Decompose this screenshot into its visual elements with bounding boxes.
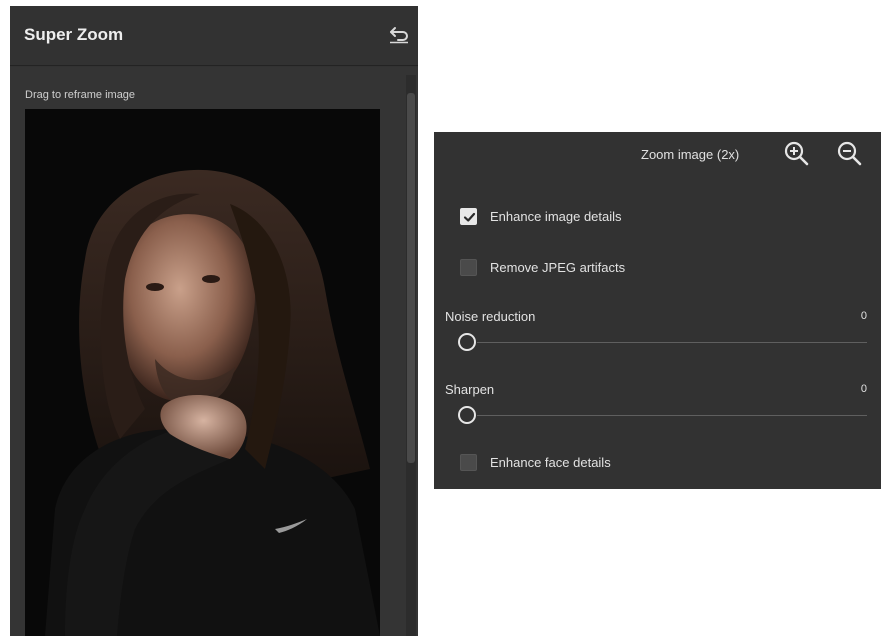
panel-title: Super Zoom: [24, 25, 124, 44]
zoom-level-label: Zoom image (2x): [641, 147, 740, 162]
sharpen-value: 0: [860, 383, 867, 395]
zoom-in-icon[interactable]: [783, 140, 811, 168]
checkbox-unchecked-icon[interactable]: [460, 258, 477, 276]
enhance-image-details-checkbox[interactable]: Enhance image details: [460, 206, 622, 226]
drag-to-reframe-label: Drag to reframe image: [25, 89, 136, 101]
undo-icon[interactable]: [388, 26, 410, 44]
panel-body: Drag to reframe image: [10, 67, 418, 636]
scrollbar-thumb[interactable]: [407, 93, 415, 463]
enhance-image-details-label: Enhance image details: [490, 208, 622, 224]
sharpen-label: Sharpen: [445, 382, 495, 397]
preview-image[interactable]: [25, 109, 380, 636]
zoom-options-panel: Zoom image (2x) Enhance image details Re…: [434, 132, 881, 489]
panel-header: Super Zoom: [10, 6, 418, 66]
checkbox-unchecked-icon[interactable]: [460, 453, 477, 471]
remove-jpeg-artifacts-checkbox[interactable]: Remove JPEG artifacts: [460, 257, 625, 277]
sharpen-slider-handle[interactable]: [458, 406, 476, 424]
super-zoom-panel: Super Zoom Drag to reframe image: [10, 6, 418, 636]
noise-reduction-value: 0: [860, 310, 867, 322]
portrait-photo: [25, 109, 380, 636]
checkbox-checked-icon[interactable]: [460, 207, 477, 225]
enhance-face-details-label: Enhance face details: [490, 454, 611, 470]
remove-jpeg-artifacts-label: Remove JPEG artifacts: [490, 259, 626, 275]
noise-reduction-slider-handle[interactable]: [458, 333, 476, 351]
zoom-out-icon[interactable]: [836, 140, 864, 168]
enhance-face-details-checkbox[interactable]: Enhance face details: [460, 452, 611, 472]
noise-reduction-label: Noise reduction: [445, 309, 536, 324]
noise-reduction-slider-track[interactable]: [477, 342, 867, 343]
sharpen-slider-track[interactable]: [477, 415, 867, 416]
